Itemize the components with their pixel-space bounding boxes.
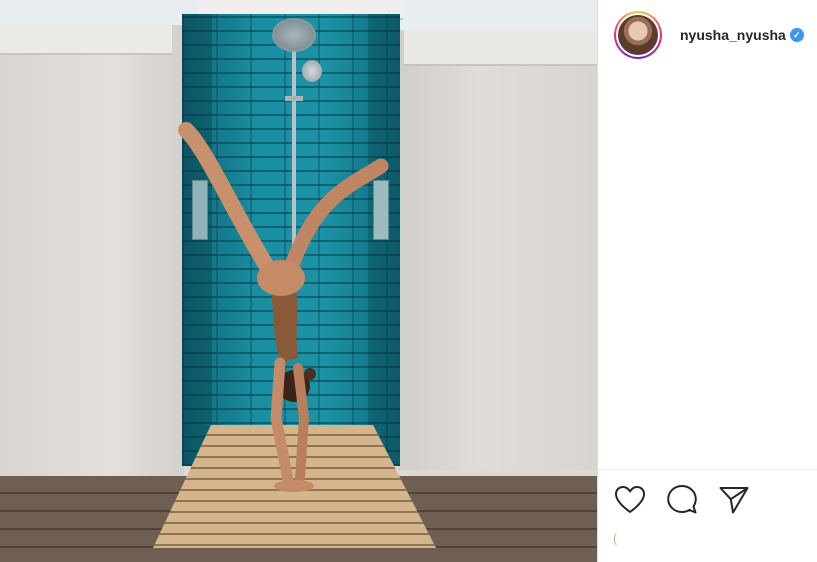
share-button[interactable] bbox=[718, 484, 750, 516]
paper-plane-icon bbox=[719, 487, 749, 514]
shower-arm bbox=[285, 96, 303, 101]
actions-divider bbox=[598, 469, 817, 470]
verified-badge-icon: ✓ bbox=[789, 28, 804, 42]
heart-outline-icon bbox=[615, 486, 645, 513]
left-wall-cap bbox=[0, 25, 172, 55]
avatar-border bbox=[616, 13, 660, 57]
hand-shower-head bbox=[302, 60, 322, 82]
rain-shower-head bbox=[272, 18, 316, 52]
post-header: nyusha_nyusha ✓ bbox=[598, 0, 817, 70]
handstand-figure bbox=[178, 122, 389, 492]
post-side-panel: nyusha_nyusha ✓ bbox=[597, 0, 817, 562]
story-ring[interactable] bbox=[614, 11, 662, 59]
comment-button[interactable] bbox=[666, 484, 698, 516]
post-photo[interactable] bbox=[0, 0, 597, 562]
speech-bubble-icon bbox=[667, 485, 697, 514]
avatar[interactable] bbox=[618, 15, 658, 55]
post-actions bbox=[614, 483, 750, 517]
instagram-post: nyusha_nyusha ✓ bbox=[0, 0, 817, 562]
loading-indicator bbox=[614, 532, 622, 546]
comments-area bbox=[598, 70, 817, 470]
like-button[interactable] bbox=[614, 484, 646, 516]
left-wall bbox=[0, 25, 184, 480]
right-wall-cap bbox=[404, 30, 597, 66]
right-wall bbox=[398, 30, 597, 470]
author-username[interactable]: nyusha_nyusha bbox=[680, 27, 786, 43]
